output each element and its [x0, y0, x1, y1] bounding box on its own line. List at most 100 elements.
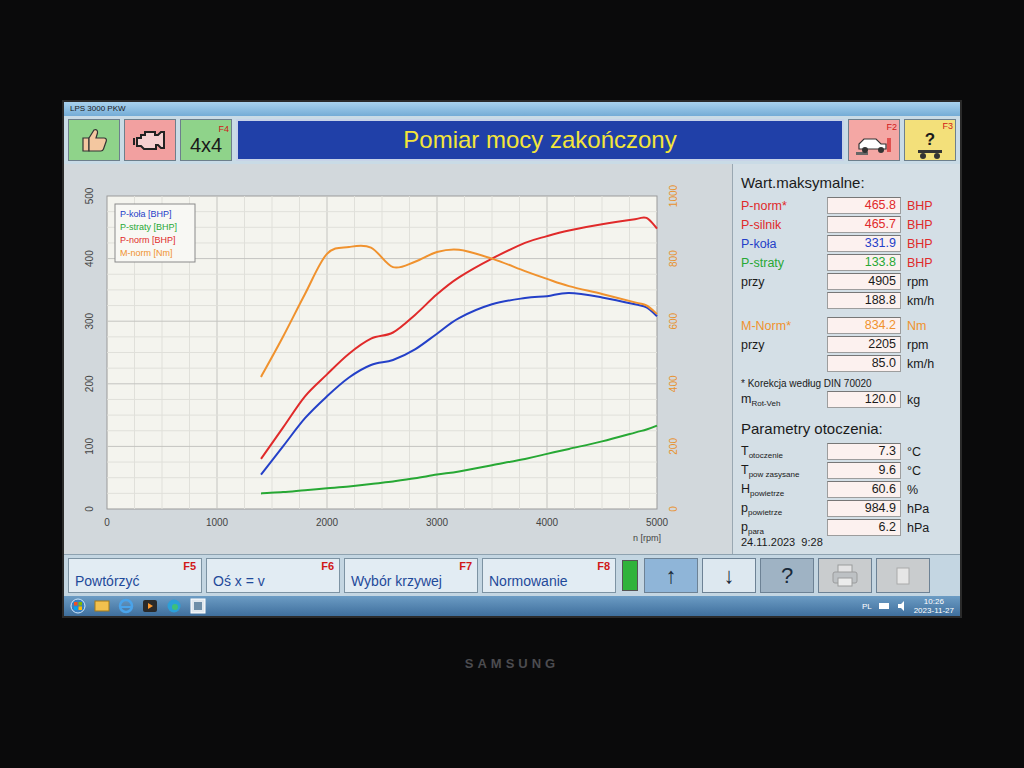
series-line	[261, 426, 657, 494]
left-axis-tick: 100	[84, 438, 95, 455]
browser-icon	[118, 598, 134, 614]
main-area: 0100200300400500020040060080010000100020…	[64, 164, 960, 554]
title-bar: LPS 3000 PKW	[64, 102, 960, 116]
thumbs-up-button[interactable]	[68, 119, 120, 161]
engine-button[interactable]	[124, 119, 176, 161]
value-box: 133.8	[827, 254, 901, 271]
help-button[interactable]: F3?	[904, 119, 956, 161]
value-row: P-straty 133.8 BHP	[741, 254, 952, 271]
function-key[interactable]: F5Powtórzyć	[68, 558, 202, 593]
parameter-unit: °C	[907, 464, 951, 478]
parameter-symbol: m	[741, 392, 751, 406]
glyph-button[interactable]: ↑	[644, 558, 698, 593]
blank-button	[876, 558, 930, 593]
network-icon	[878, 600, 890, 612]
right-axis-tick: 0	[668, 506, 679, 512]
clock-date: 2023-11-27	[914, 606, 954, 615]
parameter-value: 6.2	[827, 519, 901, 536]
button-glyph: ?	[781, 563, 793, 589]
power-chart: 0100200300400500020040060080010000100020…	[64, 164, 732, 554]
start-icon	[70, 598, 86, 614]
left-axis-tick: 400	[84, 250, 95, 267]
value-box: 834.2	[827, 317, 901, 334]
value-label: P-silnik	[741, 218, 821, 232]
parameter-symbol: H	[741, 482, 750, 496]
parameter-unit: %	[907, 483, 951, 497]
value-box: 85.0	[827, 355, 901, 372]
glyph-button[interactable]: ?	[760, 558, 814, 593]
series-line	[261, 246, 657, 377]
parameter-subscript: pow zasysane	[749, 470, 800, 479]
thumbs-up-icon	[78, 125, 110, 155]
parameter-unit: kg	[907, 393, 951, 407]
function-label: Wybór krzywej	[351, 573, 472, 589]
parameter-label: ppara	[741, 520, 821, 536]
parameter-row: ppara6.2hPa	[741, 519, 952, 536]
value-box: 2205	[827, 336, 901, 353]
parameter-value: 984.9	[827, 500, 901, 517]
key-hint: F8	[597, 560, 610, 572]
x-axis-tick: 4000	[536, 517, 559, 528]
x-axis-tick: 2000	[316, 517, 339, 528]
dyno-screen: LPS 3000 PKW F44x4 Pomiar mocy zakończony F…	[62, 100, 962, 618]
value-row: przy2205rpm	[741, 336, 952, 353]
function-key[interactable]: F7Wybór krzywej	[344, 558, 478, 593]
parameter-symbol: p	[741, 520, 748, 534]
clock[interactable]: 10:262023-11-27	[914, 597, 954, 615]
right-axis-tick: 600	[668, 312, 679, 329]
help-glyph: ?	[925, 131, 935, 149]
function-key[interactable]: F8Normowanie	[482, 558, 616, 593]
parameter-label: Tpow zasysane	[741, 463, 821, 479]
button-glyph: ↓	[724, 563, 735, 589]
parameter-unit: hPa	[907, 502, 951, 516]
value-unit: BHP	[907, 256, 951, 270]
max-values-title: Wart.maksymalne:	[741, 174, 952, 191]
parameter-row: ppowietrze 984.9 hPa	[741, 500, 952, 517]
legend-item: P-straty [BHP]	[120, 222, 177, 232]
glyph-button[interactable]: ↓	[702, 558, 756, 593]
value-unit: BHP	[907, 237, 951, 251]
parameter-row: mRot-Veh120.0kg	[741, 391, 952, 408]
engine-icon	[133, 126, 167, 154]
parameter-unit: °C	[907, 445, 951, 459]
value-box: 4905	[827, 273, 901, 290]
value-label: P-norm*	[741, 199, 821, 213]
media-player-icon	[142, 598, 158, 614]
timestamp: 24.11.2023 9:28	[741, 536, 952, 548]
language-indicator[interactable]: PL	[862, 602, 872, 611]
values-panel: Wart.maksymalne: P-norm* 465.8 BHP P-silnik 4…	[733, 164, 960, 554]
button-glyph: ↑	[666, 563, 677, 589]
value-unit: km/h	[907, 357, 951, 371]
meter-fill	[623, 561, 637, 590]
printer-icon	[830, 562, 860, 589]
car-button[interactable]: F2	[848, 119, 900, 161]
key-hint: F3	[942, 121, 953, 131]
value-unit: Nm	[907, 319, 951, 333]
right-axis-tick: 1000	[668, 184, 679, 207]
parameter-label: Hpowietrze	[741, 482, 821, 498]
chart-legend: P-koła [BHP]P-straty [BHP]P-norm [BHP]M-…	[115, 204, 195, 262]
parameter-subscript: powietrze	[748, 508, 782, 517]
parameter-label: mRot-Veh	[741, 392, 821, 408]
function-key[interactable]: F6Oś x = v	[206, 558, 340, 593]
signal-meter	[622, 560, 638, 591]
key-hint: F7	[459, 560, 472, 572]
value-box: 465.8	[827, 197, 901, 214]
parameter-symbol: p	[741, 501, 748, 515]
value-label: P-straty	[741, 256, 821, 270]
text-button[interactable]: F44x4	[180, 119, 232, 161]
key-hint: F2	[886, 122, 897, 132]
value-label: P-koła	[741, 237, 821, 251]
status-title: Pomiar mocy zakończony	[403, 126, 676, 154]
left-axis-tick: 200	[84, 375, 95, 392]
left-axis-tick: 500	[84, 187, 95, 204]
parameter-row: Hpowietrze60.6%	[741, 481, 952, 498]
x-axis-tick: 5000	[646, 517, 669, 528]
taskbar: PL 10:262023-11-27	[64, 596, 960, 616]
folder-icon	[94, 598, 110, 614]
value-row: 188.8km/h	[741, 292, 952, 309]
monitor-bezel: SAMSUNG	[62, 656, 962, 671]
parameter-symbol: T	[741, 463, 749, 477]
function-label: Powtórzyć	[75, 573, 196, 589]
value-unit: rpm	[907, 338, 951, 352]
